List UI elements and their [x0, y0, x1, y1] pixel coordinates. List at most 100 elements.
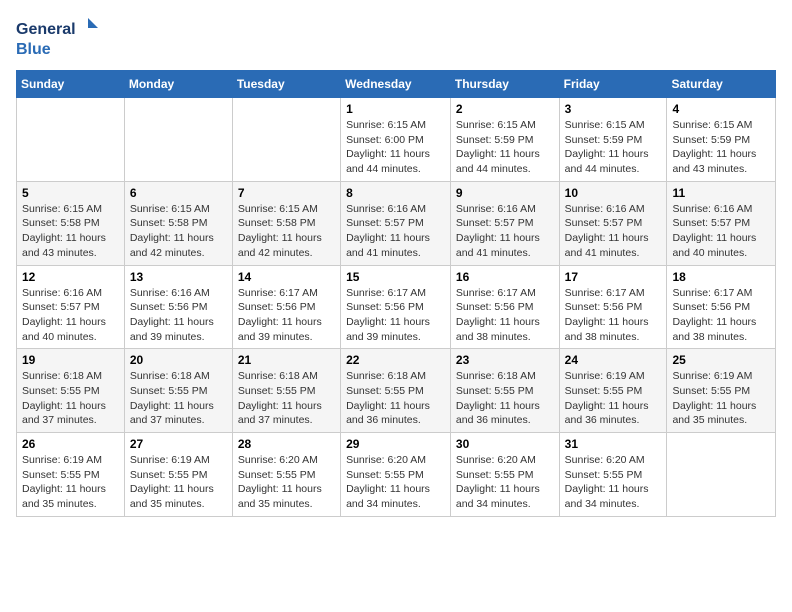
day-detail: Sunrise: 6:16 AM Sunset: 5:57 PM Dayligh…: [565, 202, 662, 261]
day-number: 20: [130, 353, 227, 367]
day-detail: Sunrise: 6:16 AM Sunset: 5:57 PM Dayligh…: [22, 286, 119, 345]
calendar-cell: 20 Sunrise: 6:18 AM Sunset: 5:55 PM Dayli…: [124, 349, 232, 433]
day-detail: Sunrise: 6:20 AM Sunset: 5:55 PM Dayligh…: [346, 453, 445, 512]
calendar-cell: [667, 433, 776, 517]
day-number: 18: [672, 270, 770, 284]
calendar-cell: 21 Sunrise: 6:18 AM Sunset: 5:55 PM Dayli…: [232, 349, 340, 433]
day-number: 11: [672, 186, 770, 200]
day-number: 3: [565, 102, 662, 116]
calendar-cell: 8 Sunrise: 6:16 AM Sunset: 5:57 PM Daylig…: [341, 181, 451, 265]
day-number: 14: [238, 270, 335, 284]
calendar-cell: 5 Sunrise: 6:15 AM Sunset: 5:58 PM Daylig…: [17, 181, 125, 265]
day-detail: Sunrise: 6:17 AM Sunset: 5:56 PM Dayligh…: [346, 286, 445, 345]
calendar-cell: 16 Sunrise: 6:17 AM Sunset: 5:56 PM Dayli…: [450, 265, 559, 349]
calendar-cell: 14 Sunrise: 6:17 AM Sunset: 5:56 PM Dayli…: [232, 265, 340, 349]
weekday-header-thursday: Thursday: [450, 71, 559, 98]
day-number: 22: [346, 353, 445, 367]
calendar-cell: [124, 98, 232, 182]
day-detail: Sunrise: 6:16 AM Sunset: 5:57 PM Dayligh…: [346, 202, 445, 261]
weekday-header-sunday: Sunday: [17, 71, 125, 98]
day-detail: Sunrise: 6:15 AM Sunset: 5:59 PM Dayligh…: [456, 118, 554, 177]
calendar-cell: 7Sunrise: 6:15 AM Sunset: 5:58 PM Daylig…: [232, 181, 340, 265]
calendar-cell: 23 Sunrise: 6:18 AM Sunset: 5:55 PM Dayli…: [450, 349, 559, 433]
day-detail: Sunrise: 6:15 AM Sunset: 5:58 PM Dayligh…: [130, 202, 227, 261]
day-number: 1: [346, 102, 445, 116]
day-detail: Sunrise: 6:18 AM Sunset: 5:55 PM Dayligh…: [346, 369, 445, 428]
day-detail: Sunrise: 6:18 AM Sunset: 5:55 PM Dayligh…: [22, 369, 119, 428]
calendar-cell: 29Sunrise: 6:20 AM Sunset: 5:55 PM Dayli…: [341, 433, 451, 517]
calendar-cell: 9Sunrise: 6:16 AM Sunset: 5:57 PM Daylig…: [450, 181, 559, 265]
calendar-cell: 1 Sunrise: 6:15 AM Sunset: 6:00 PM Daylig…: [341, 98, 451, 182]
calendar-cell: [232, 98, 340, 182]
calendar-cell: 24 Sunrise: 6:19 AM Sunset: 5:55 PM Dayli…: [559, 349, 667, 433]
calendar-cell: 6 Sunrise: 6:15 AM Sunset: 5:58 PM Daylig…: [124, 181, 232, 265]
day-detail: Sunrise: 6:16 AM Sunset: 5:57 PM Dayligh…: [672, 202, 770, 261]
logo: General Blue: [16, 16, 106, 60]
day-number: 2: [456, 102, 554, 116]
calendar-cell: 15 Sunrise: 6:17 AM Sunset: 5:56 PM Dayli…: [341, 265, 451, 349]
day-detail: Sunrise: 6:19 AM Sunset: 5:55 PM Dayligh…: [22, 453, 119, 512]
day-number: 10: [565, 186, 662, 200]
day-detail: Sunrise: 6:15 AM Sunset: 5:58 PM Dayligh…: [22, 202, 119, 261]
day-number: 31: [565, 437, 662, 451]
weekday-header-saturday: Saturday: [667, 71, 776, 98]
calendar-cell: 13Sunrise: 6:16 AM Sunset: 5:56 PM Dayli…: [124, 265, 232, 349]
day-detail: Sunrise: 6:17 AM Sunset: 5:56 PM Dayligh…: [672, 286, 770, 345]
calendar-cell: 17 Sunrise: 6:17 AM Sunset: 5:56 PM Dayli…: [559, 265, 667, 349]
calendar-cell: 25 Sunrise: 6:19 AM Sunset: 5:55 PM Dayli…: [667, 349, 776, 433]
calendar-cell: 27Sunrise: 6:19 AM Sunset: 5:55 PM Dayli…: [124, 433, 232, 517]
day-number: 4: [672, 102, 770, 116]
day-detail: Sunrise: 6:15 AM Sunset: 6:00 PM Dayligh…: [346, 118, 445, 177]
day-detail: Sunrise: 6:19 AM Sunset: 5:55 PM Dayligh…: [130, 453, 227, 512]
day-number: 15: [346, 270, 445, 284]
calendar-cell: 31 Sunrise: 6:20 AM Sunset: 5:55 PM Dayli…: [559, 433, 667, 517]
calendar-table: SundayMondayTuesdayWednesdayThursdayFrid…: [16, 70, 776, 517]
calendar-cell: 26 Sunrise: 6:19 AM Sunset: 5:55 PM Dayli…: [17, 433, 125, 517]
day-detail: Sunrise: 6:17 AM Sunset: 5:56 PM Dayligh…: [238, 286, 335, 345]
day-number: 23: [456, 353, 554, 367]
day-number: 30: [456, 437, 554, 451]
day-detail: Sunrise: 6:19 AM Sunset: 5:55 PM Dayligh…: [672, 369, 770, 428]
day-number: 17: [565, 270, 662, 284]
day-number: 12: [22, 270, 119, 284]
day-number: 26: [22, 437, 119, 451]
day-detail: Sunrise: 6:19 AM Sunset: 5:55 PM Dayligh…: [565, 369, 662, 428]
day-number: 8: [346, 186, 445, 200]
calendar-cell: 18 Sunrise: 6:17 AM Sunset: 5:56 PM Dayli…: [667, 265, 776, 349]
calendar-cell: 3 Sunrise: 6:15 AM Sunset: 5:59 PM Daylig…: [559, 98, 667, 182]
weekday-header-friday: Friday: [559, 71, 667, 98]
day-detail: Sunrise: 6:15 AM Sunset: 5:58 PM Dayligh…: [238, 202, 335, 261]
logo-svg: General Blue: [16, 16, 106, 60]
day-detail: Sunrise: 6:17 AM Sunset: 5:56 PM Dayligh…: [456, 286, 554, 345]
svg-text:General: General: [16, 21, 76, 38]
day-number: 16: [456, 270, 554, 284]
day-number: 6: [130, 186, 227, 200]
day-number: 28: [238, 437, 335, 451]
calendar-cell: [17, 98, 125, 182]
day-number: 13: [130, 270, 227, 284]
page-header: General Blue: [16, 16, 776, 60]
day-number: 25: [672, 353, 770, 367]
calendar-cell: 12 Sunrise: 6:16 AM Sunset: 5:57 PM Dayli…: [17, 265, 125, 349]
day-detail: Sunrise: 6:18 AM Sunset: 5:55 PM Dayligh…: [130, 369, 227, 428]
day-detail: Sunrise: 6:15 AM Sunset: 5:59 PM Dayligh…: [672, 118, 770, 177]
calendar-cell: 11 Sunrise: 6:16 AM Sunset: 5:57 PM Dayli…: [667, 181, 776, 265]
weekday-header-monday: Monday: [124, 71, 232, 98]
day-detail: Sunrise: 6:15 AM Sunset: 5:59 PM Dayligh…: [565, 118, 662, 177]
calendar-cell: 2 Sunrise: 6:15 AM Sunset: 5:59 PM Daylig…: [450, 98, 559, 182]
day-number: 19: [22, 353, 119, 367]
day-detail: Sunrise: 6:20 AM Sunset: 5:55 PM Dayligh…: [565, 453, 662, 512]
weekday-header-wednesday: Wednesday: [341, 71, 451, 98]
day-detail: Sunrise: 6:18 AM Sunset: 5:55 PM Dayligh…: [238, 369, 335, 428]
calendar-cell: 28Sunrise: 6:20 AM Sunset: 5:55 PM Dayli…: [232, 433, 340, 517]
calendar-cell: 22 Sunrise: 6:18 AM Sunset: 5:55 PM Dayli…: [341, 349, 451, 433]
calendar-cell: 4 Sunrise: 6:15 AM Sunset: 5:59 PM Daylig…: [667, 98, 776, 182]
day-number: 21: [238, 353, 335, 367]
day-detail: Sunrise: 6:18 AM Sunset: 5:55 PM Dayligh…: [456, 369, 554, 428]
day-detail: Sunrise: 6:17 AM Sunset: 5:56 PM Dayligh…: [565, 286, 662, 345]
day-number: 9: [456, 186, 554, 200]
calendar-cell: 30Sunrise: 6:20 AM Sunset: 5:55 PM Dayli…: [450, 433, 559, 517]
day-number: 5: [22, 186, 119, 200]
day-number: 24: [565, 353, 662, 367]
svg-text:Blue: Blue: [16, 41, 51, 58]
